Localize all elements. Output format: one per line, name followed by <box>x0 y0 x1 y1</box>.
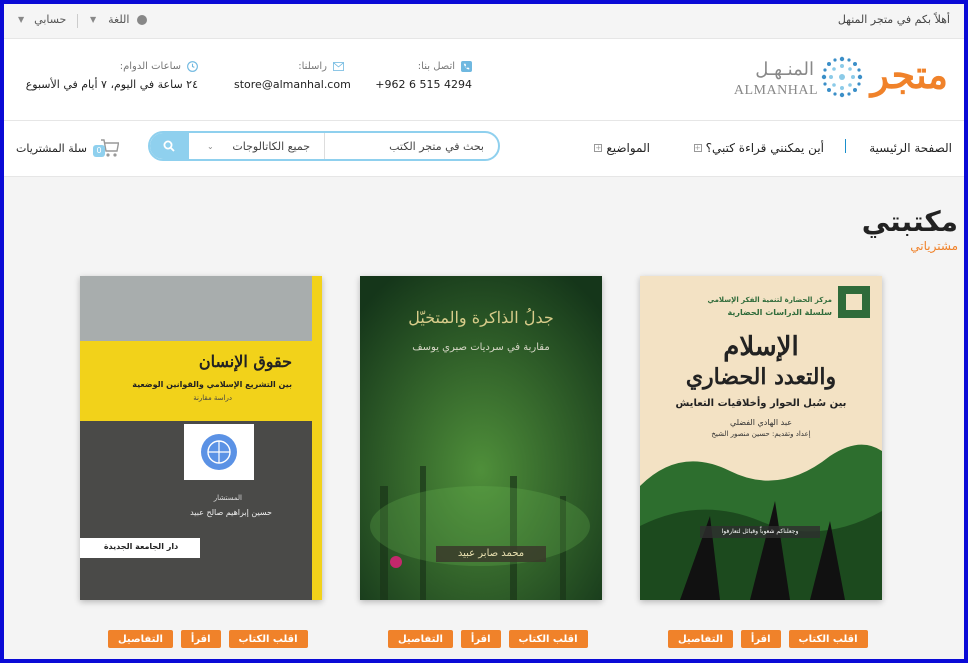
phone-label: اتصل بنا: <box>417 61 455 72</box>
book3-publisher: دار الجامعة الجديدة <box>103 542 179 551</box>
book1-editor: إعداد وتقديم: حسين منصور الشيخ <box>711 430 811 438</box>
search-input[interactable] <box>325 133 498 159</box>
details-button[interactable]: التفاصيل <box>108 630 173 648</box>
book2-subtitle: مقاربة في سرديات صبري يوسف <box>412 342 550 353</box>
nav-topics[interactable]: المواضيع + <box>594 141 650 155</box>
contact-email: راسلنا: store@almanhal.com <box>234 61 351 91</box>
book3-actions: التفاصيل اقرأ اقلب الكتاب <box>108 630 308 648</box>
account-label: حسابي <box>34 13 67 26</box>
search-icon <box>163 140 176 152</box>
flip-book-button[interactable]: اقلب الكتاب <box>228 630 308 648</box>
search-bar: جميع الكاتالوجات ⌄ <box>148 131 500 161</box>
globe-icon <box>137 14 148 25</box>
main-nav: الصفحة الرئيسية أين يمكنني قراءة كتبي؟ +… <box>4 121 964 177</box>
logo-burst-icon <box>821 56 863 98</box>
contact-hours: ساعات الدوام: ٢٤ ساعة في اليوم، ٧ أيام ف… <box>8 61 198 91</box>
book3-note: دراسة مقارنة <box>193 394 232 402</box>
book3-author: حسين إبراهيم صالح عبيد <box>190 508 272 517</box>
language-label: اللغة <box>108 13 130 26</box>
book1-title-line1: الإسلام <box>723 332 799 362</box>
clock-icon <box>187 61 198 72</box>
logo-main-text: متجر <box>870 52 948 97</box>
hours-label: ساعات الدوام: <box>119 61 181 72</box>
cart[interactable]: سلة المشتريات 0 <box>16 137 120 159</box>
page-title: مكتبتي <box>861 205 958 238</box>
nav-divider <box>845 139 846 153</box>
phone-icon <box>461 61 472 72</box>
flip-book-button[interactable]: اقلب الكتاب <box>788 630 868 648</box>
book3-author-label: المستشار <box>213 494 242 502</box>
book2-author: محمد صابر عبيد <box>457 548 525 559</box>
topbar-divider <box>77 14 78 28</box>
catalog-select-value: جميع الكاتالوجات <box>232 139 310 153</box>
expand-icon: + <box>594 144 603 152</box>
library-content: مكتبتي مشترياتي مركز الحضارة لتنمية الفك… <box>4 177 964 659</box>
book-cover-human-rights[interactable]: حقوق الإنسان بين التشريع الإسلامي والقوا… <box>80 276 322 600</box>
book-cover-art <box>80 276 322 600</box>
book-cover-art <box>640 276 882 600</box>
book3-title: حقوق الإنسان <box>198 352 292 371</box>
logo-arabic-subtitle: المنـهـل <box>755 59 814 80</box>
hours-value: ٢٤ ساعة في اليوم، ٧ أيام في الأسبوع <box>25 78 198 91</box>
book1-publisher: مركز الحضارة لتنمية الفكر الإسلامي <box>707 296 832 304</box>
envelope-icon <box>333 62 344 71</box>
book-cover-memory[interactable]: جدلُ الذاكرة والمتخيّل مقاربة في سرديات … <box>360 276 602 600</box>
search-button[interactable] <box>150 133 189 159</box>
read-button[interactable]: اقرأ <box>740 630 781 648</box>
store-logo[interactable]: متجر المنـهـل ALMANHAL <box>734 51 948 107</box>
phone-value: +962 6 515 4294 <box>375 78 472 91</box>
chevron-down-icon: ⌄ <box>206 141 214 151</box>
read-button[interactable]: اقرأ <box>180 630 221 648</box>
email-label: راسلنا: <box>298 61 327 72</box>
cart-count-badge: 0 <box>93 145 105 157</box>
book1-series: سلسلة الدراسات الحضارية <box>727 308 832 317</box>
catalog-select[interactable]: جميع الكاتالوجات ⌄ <box>189 133 325 159</box>
book1-author: عبد الهادي الفضلي <box>729 418 793 427</box>
book2-actions: التفاصيل اقرأ اقلب الكتاب <box>388 630 588 648</box>
logo-english-subtitle: ALMANHAL <box>733 83 818 98</box>
book1-quote: وجعلناكم شعوباً وقبائل لتعارفوا <box>721 528 799 535</box>
book1-actions: التفاصيل اقرأ اقلب الكتاب <box>668 630 868 648</box>
account-menu[interactable]: ▼ حسابي <box>18 13 66 26</box>
email-value[interactable]: store@almanhal.com <box>234 78 351 91</box>
nav-topics-label: المواضيع <box>606 141 650 155</box>
nav-where-read[interactable]: أين يمكنني قراءة كتبي؟ + <box>693 141 824 155</box>
flip-book-button[interactable]: اقلب الكتاب <box>508 630 588 648</box>
language-selector[interactable]: ▼ اللغة <box>90 13 148 26</box>
book-cover-islam[interactable]: مركز الحضارة لتنمية الفكر الإسلامي سلسلة… <box>640 276 882 600</box>
welcome-text: أهلاً بكم في متجر المنهل <box>837 13 950 26</box>
details-button[interactable]: التفاصيل <box>668 630 733 648</box>
book1-subtitle: بين سُبل الحوار وأخلاقيات التعايش <box>675 398 847 409</box>
nav-home[interactable]: الصفحة الرئيسية <box>869 141 952 155</box>
book1-title-line2: والتعدد الحضاري <box>685 364 837 390</box>
chevron-down-icon: ▼ <box>90 15 97 24</box>
top-bar: أهلاً بكم في متجر المنهل ▼ اللغة ▼ حسابي <box>4 4 964 39</box>
chevron-down-icon: ▼ <box>18 15 25 24</box>
contact-phone: اتصل بنا: +962 6 515 4294 <box>362 61 472 91</box>
cart-label: سلة المشتريات <box>16 141 87 155</box>
page-subtitle: مشترياتي <box>910 239 958 253</box>
book3-subtitle: بين التشريع الإسلامي والقوانين الوضعية <box>132 380 292 389</box>
read-button[interactable]: اقرأ <box>460 630 501 648</box>
book2-title: جدلُ الذاكرة والمتخيّل <box>408 308 554 327</box>
details-button[interactable]: التفاصيل <box>388 630 453 648</box>
site-header: متجر المنـهـل ALMANHAL اتصل بنا: +962 6 … <box>4 39 964 121</box>
expand-icon: + <box>693 144 702 152</box>
nav-where-read-label: أين يمكنني قراءة كتبي؟ <box>705 141 824 155</box>
nav-home-label: الصفحة الرئيسية <box>869 141 952 155</box>
cart-icon: 0 <box>93 137 120 159</box>
